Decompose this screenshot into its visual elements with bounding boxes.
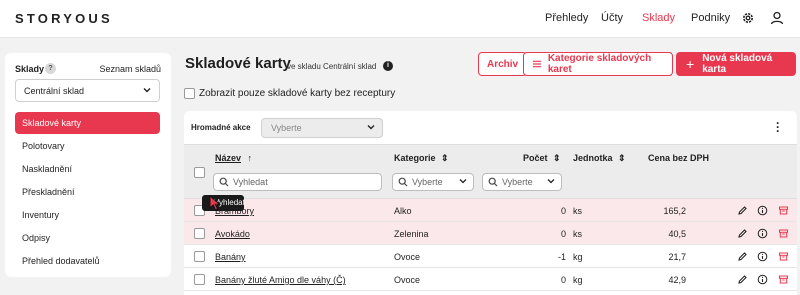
sidebar-title: Sklady xyxy=(15,64,45,74)
sidebar-item-naskladneni[interactable]: Naskladnění xyxy=(15,158,160,180)
archive-button-label: Archiv xyxy=(487,58,519,70)
chevron-down-icon xyxy=(367,125,375,130)
unit-filter-select[interactable]: Vyberte xyxy=(482,173,562,191)
bulk-actions-value: Vyberte xyxy=(271,123,302,133)
warehouse-select-value: Centrální sklad xyxy=(24,86,85,96)
category-filter-select[interactable]: Vyberte xyxy=(392,173,474,191)
table-row[interactable]: Brambory Alko 0 ks 165,2 xyxy=(184,199,797,222)
item-price: 21,7 xyxy=(668,252,686,262)
bulk-actions-select[interactable]: Vyberte xyxy=(261,118,383,138)
archive-box-icon[interactable] xyxy=(778,251,789,262)
item-count: 0 xyxy=(560,229,566,239)
sidebar-item-polotovary[interactable]: Polotovary xyxy=(15,135,160,157)
item-unit: kg xyxy=(573,275,583,285)
name-search-input[interactable]: Vyhledat xyxy=(213,173,382,191)
filter-label: Zobrazit pouze skladové karty bez recept… xyxy=(199,88,396,99)
row-checkbox[interactable] xyxy=(194,274,205,285)
table-header: Název ↑ Kategorie ⇕ Počet ⇕ Jednotka ⇕ C… xyxy=(184,144,797,199)
archive-box-icon[interactable] xyxy=(778,274,789,285)
item-unit: ks xyxy=(573,229,582,239)
item-category: Ovoce xyxy=(394,275,421,285)
item-count: 0 xyxy=(560,275,566,285)
plus-icon: + xyxy=(686,56,695,72)
column-header-category[interactable]: Kategorie ⇕ xyxy=(394,153,449,164)
user-icon[interactable] xyxy=(769,10,785,26)
row-checkbox[interactable] xyxy=(194,251,205,262)
bulk-actions-label: Hromadné akce xyxy=(191,123,251,132)
table-row[interactable]: Banány Ovoce -1 kg 21,7 xyxy=(184,245,797,268)
storyous-logo[interactable]: STORYOUS xyxy=(15,11,113,26)
column-header-unit[interactable]: Jednotka ⇕ xyxy=(573,153,626,164)
chevron-down-icon xyxy=(143,88,151,93)
sort-icon: ⇕ xyxy=(441,153,449,163)
item-price: 40,5 xyxy=(668,229,686,239)
chevron-down-icon xyxy=(547,179,555,184)
chevron-down-icon xyxy=(459,179,467,184)
archive-box-icon[interactable] xyxy=(778,228,789,239)
warehouse-list-link[interactable]: Seznam skladů xyxy=(99,64,161,74)
column-header-price[interactable]: Cena bez DPH xyxy=(648,153,709,163)
item-name-link[interactable]: Avokádo xyxy=(215,229,250,239)
sidebar-item-inventury[interactable]: Inventury xyxy=(15,204,160,226)
item-count: -1 xyxy=(557,252,566,262)
nav-ucty[interactable]: Účty xyxy=(601,12,623,24)
search-icon xyxy=(219,177,229,187)
column-header-count[interactable]: Počet ⇕ xyxy=(523,153,561,164)
item-category: Ovoce xyxy=(394,252,421,262)
sidebar-item-preskladneni[interactable]: Přeskladnění xyxy=(15,181,160,203)
table-row[interactable]: Banány žluté Amigo dle váhy (Č) Ovoce 0 … xyxy=(184,268,797,291)
gear-icon[interactable] xyxy=(740,10,756,26)
select-all-checkbox[interactable] xyxy=(194,167,205,178)
warehouse-select[interactable]: Centrální sklad xyxy=(15,79,160,102)
stock-cards-panel: Hromadné akce Vyberte · · · Název ↑ Katego… xyxy=(184,111,797,295)
item-name-link[interactable]: Banány xyxy=(215,252,246,262)
sort-icon: ⇕ xyxy=(618,153,626,163)
item-price: 165,2 xyxy=(663,206,686,216)
sidebar-item-odpisy[interactable]: Odpisy xyxy=(15,227,160,249)
categories-button-label: Kategorie skladových karet xyxy=(547,53,652,75)
row-checkbox[interactable] xyxy=(194,228,205,239)
info-circle-icon[interactable] xyxy=(757,228,768,239)
search-icon xyxy=(398,177,408,187)
help-icon[interactable]: ? xyxy=(45,63,56,74)
top-navigation-bar: STORYOUS Přehledy Účty Sklady Podniky xyxy=(0,0,800,38)
nav-podniky[interactable]: Podniky xyxy=(691,12,730,24)
archive-button[interactable]: Archiv xyxy=(478,52,528,76)
new-card-button[interactable]: + Nová skladová karta xyxy=(676,52,796,76)
info-circle-icon[interactable] xyxy=(757,274,768,285)
sidebar: Sklady ? Seznam skladů Centrální sklad S… xyxy=(5,53,171,277)
nav-sklady[interactable]: Sklady xyxy=(642,12,675,24)
item-unit: ks xyxy=(573,206,582,216)
search-icon xyxy=(488,177,498,187)
edit-icon[interactable] xyxy=(737,274,748,285)
column-header-name[interactable]: Název ↑ xyxy=(215,153,252,163)
info-circle-icon[interactable] xyxy=(757,205,768,216)
info-circle-icon[interactable] xyxy=(757,251,768,262)
edit-icon[interactable] xyxy=(737,228,748,239)
item-price: 42,9 xyxy=(668,275,686,285)
page-subtitle: ve skladu Centrální sklad xyxy=(287,62,377,71)
item-unit: kg xyxy=(573,252,583,262)
filter-checkbox[interactable] xyxy=(184,88,195,99)
item-category: Zelenina xyxy=(394,229,429,239)
item-category: Alko xyxy=(394,206,412,216)
more-options-icon[interactable]: · · · xyxy=(775,117,781,137)
edit-icon[interactable] xyxy=(737,251,748,262)
archive-box-icon[interactable] xyxy=(778,205,789,216)
new-card-button-label: Nová skladová karta xyxy=(702,53,773,75)
sort-icon: ⇕ xyxy=(553,153,561,163)
sidebar-item-prehled-dodavatelu[interactable]: Přehled dodavatelů xyxy=(15,250,160,272)
item-count: 0 xyxy=(560,206,566,216)
nav-prehledy[interactable]: Přehledy xyxy=(545,12,588,24)
item-name-link[interactable]: Banány žluté Amigo dle váhy (Č) xyxy=(215,275,346,285)
table-row[interactable]: Avokádo Zelenina 0 ks 40,5 xyxy=(184,222,797,245)
info-icon[interactable]: i xyxy=(383,61,393,71)
page-title: Skladové karty xyxy=(185,55,291,72)
edit-icon[interactable] xyxy=(737,205,748,216)
sort-asc-icon: ↑ xyxy=(247,153,253,163)
categories-button[interactable]: Kategorie skladových karet xyxy=(523,52,673,76)
sidebar-item-skladove-karty[interactable]: Skladové karty xyxy=(15,112,160,134)
list-icon xyxy=(532,60,541,68)
mouse-cursor-icon xyxy=(209,195,221,211)
